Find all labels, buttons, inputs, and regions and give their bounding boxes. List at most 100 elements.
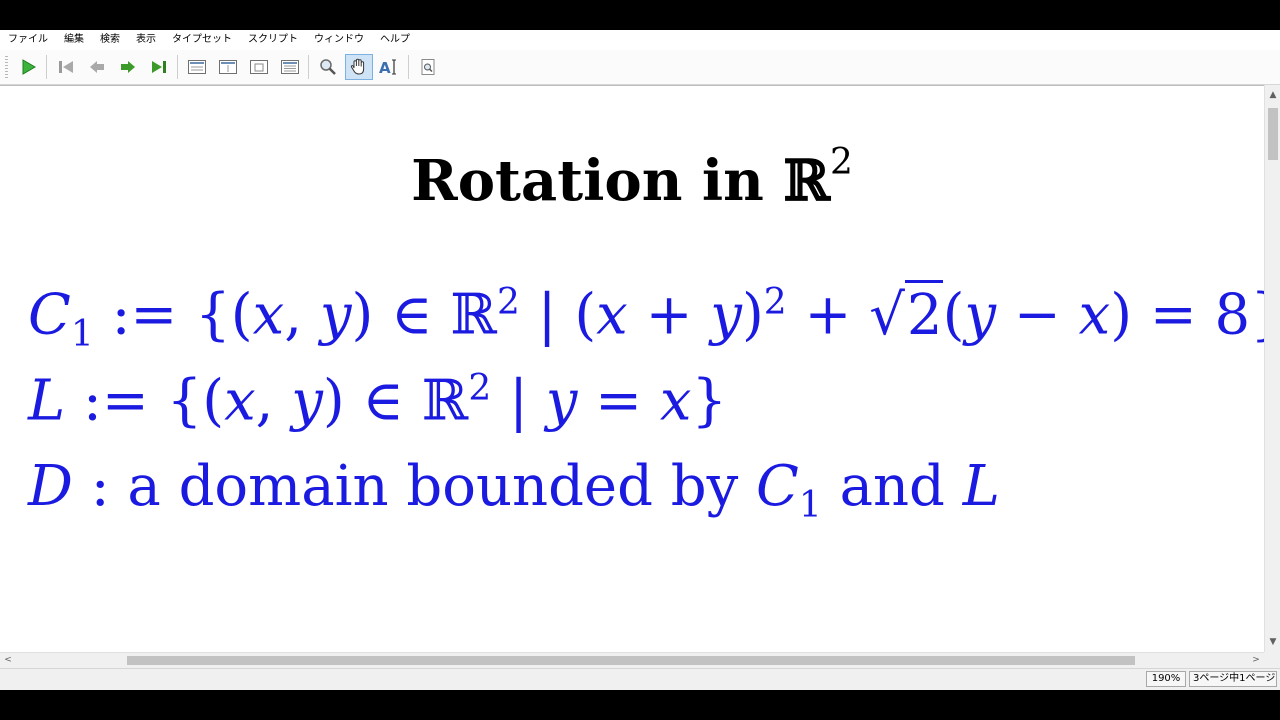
menu-typeset[interactable]: タイプセット xyxy=(164,30,240,50)
menu-help[interactable]: ヘルプ xyxy=(372,30,418,50)
menu-bar: ファイル 編集 検索 表示 タイプセット スクリプト ウィンドウ ヘルプ xyxy=(0,30,1280,50)
math-fragment: ) ∈ ℝ xyxy=(351,282,497,348)
math-fragment: − xyxy=(996,282,1079,348)
previous-page-button[interactable] xyxy=(83,54,111,80)
radical-sign: √ xyxy=(869,282,905,348)
menu-scripts[interactable]: スクリプト xyxy=(240,30,306,50)
first-page-button[interactable] xyxy=(52,54,80,80)
fit-width-button[interactable] xyxy=(245,54,273,80)
superscript: 2 xyxy=(763,282,787,323)
page-title: Rotation in ℝ2 xyxy=(0,142,1264,214)
first-page-icon xyxy=(58,61,73,73)
math-fragment: ) ∈ ℝ xyxy=(322,368,469,434)
pdf-viewport[interactable]: Rotation in ℝ2 C1 := {(x, y) ∈ ℝ2 | (x +… xyxy=(0,85,1264,653)
var-x: x xyxy=(252,282,285,348)
menu-file[interactable]: ファイル xyxy=(0,30,56,50)
definition-l: L := {(x, y) ∈ ℝ2 | y = x} xyxy=(28,368,727,434)
toolbar-separator xyxy=(408,55,409,79)
two-page-icon xyxy=(218,60,237,74)
toolbar-separator xyxy=(177,55,178,79)
vertical-scroll-thumb[interactable] xyxy=(1268,108,1278,160)
math-fragment: ) = 8} xyxy=(1110,282,1264,348)
horizontal-scrollbar[interactable]: < > xyxy=(0,652,1264,667)
toolbar: A xyxy=(0,50,1280,85)
math-fragment: ( xyxy=(942,282,965,348)
magnify-button[interactable] xyxy=(314,54,342,80)
math-fragment: = xyxy=(577,368,660,434)
math-fragment: } xyxy=(691,368,728,434)
texworks-window: ファイル 編集 検索 表示 タイプセット スクリプト ウィンドウ ヘルプ A R… xyxy=(0,30,1280,690)
single-page-icon xyxy=(187,60,206,74)
var-y: y xyxy=(545,368,578,434)
typeset-button[interactable] xyxy=(14,54,42,80)
next-page-button[interactable] xyxy=(114,54,142,80)
var-y: y xyxy=(319,282,352,348)
last-page-button[interactable] xyxy=(145,54,173,80)
toolbar-separator xyxy=(46,55,47,79)
toolbar-separator xyxy=(308,55,309,79)
math-fragment: := {( xyxy=(93,282,253,348)
var-x: x xyxy=(1078,282,1111,348)
math-fragment: , xyxy=(255,368,292,434)
select-text-icon: A xyxy=(379,59,396,76)
page-indicator[interactable]: 3ページ中1ページ xyxy=(1189,671,1277,687)
superscript: 2 xyxy=(496,282,520,323)
square-root: √2 xyxy=(869,279,943,348)
title-text: Rotation in ℝ xyxy=(411,148,830,214)
menu-view[interactable]: 表示 xyxy=(128,30,164,50)
magnify-icon xyxy=(319,59,336,75)
scroll-up-arrow-icon[interactable]: ▲ xyxy=(1265,87,1280,103)
math-fragment: and xyxy=(821,454,963,519)
next-page-icon xyxy=(120,61,135,73)
definition-d: D : a domain bounded by C1 and L xyxy=(28,454,1000,526)
var-x: x xyxy=(659,368,692,434)
menu-search[interactable]: 検索 xyxy=(92,30,128,50)
var-y: y xyxy=(710,282,742,348)
var-y: y xyxy=(291,368,323,434)
select-text-button[interactable]: A xyxy=(376,54,404,80)
status-bar: 190% 3ページ中1ページ xyxy=(0,668,1280,690)
single-page-button[interactable] xyxy=(183,54,211,80)
zoom-level[interactable]: 190% xyxy=(1146,671,1186,687)
find-icon xyxy=(421,59,434,75)
continuous-icon xyxy=(280,60,299,74)
scroll-corner xyxy=(1264,652,1280,667)
menu-edit[interactable]: 編集 xyxy=(56,30,92,50)
math-fragment: ) xyxy=(741,282,764,348)
l-symbol: L xyxy=(28,368,66,434)
c-subscript: 1 xyxy=(70,313,94,355)
toolbar-grip[interactable] xyxy=(5,56,8,78)
continuous-button[interactable] xyxy=(276,54,304,80)
c-symbol: C xyxy=(756,454,799,519)
vertical-scrollbar[interactable]: ▲ ▼ xyxy=(1264,85,1280,652)
hand-scroll-icon xyxy=(350,58,364,75)
var-y: y xyxy=(964,282,997,348)
math-fragment: | ( xyxy=(519,282,597,348)
scroll-left-arrow-icon[interactable]: < xyxy=(0,653,16,667)
two-page-button[interactable] xyxy=(214,54,242,80)
radicand: 2 xyxy=(904,279,943,348)
scroll-down-arrow-icon[interactable]: ▼ xyxy=(1265,634,1280,650)
svg-text:A: A xyxy=(379,59,391,76)
var-x: x xyxy=(224,368,256,434)
find-button[interactable] xyxy=(414,54,442,80)
horizontal-scroll-thumb[interactable] xyxy=(127,656,1135,665)
math-fragment: | xyxy=(491,368,546,434)
math-fragment: : a domain bounded by xyxy=(72,454,757,519)
c-symbol: C xyxy=(28,282,71,348)
fit-width-icon xyxy=(249,60,268,74)
l-symbol: L xyxy=(962,454,1000,519)
var-x: x xyxy=(596,282,628,348)
scroll-right-arrow-icon[interactable]: > xyxy=(1248,653,1264,667)
hand-scroll-button[interactable] xyxy=(344,54,373,80)
math-fragment: := {( xyxy=(65,368,225,434)
last-page-icon xyxy=(151,61,166,73)
c-subscript: 1 xyxy=(798,485,822,527)
menu-window[interactable]: ウィンドウ xyxy=(306,30,372,50)
typeset-run-icon xyxy=(22,59,36,75)
definition-c1: C1 := {(x, y) ∈ ℝ2 | (x + y)2 + √2(y − x… xyxy=(28,279,1264,355)
title-superscript: 2 xyxy=(829,142,853,184)
previous-page-icon xyxy=(89,61,104,73)
d-symbol: D xyxy=(28,454,73,519)
superscript: 2 xyxy=(468,368,492,409)
